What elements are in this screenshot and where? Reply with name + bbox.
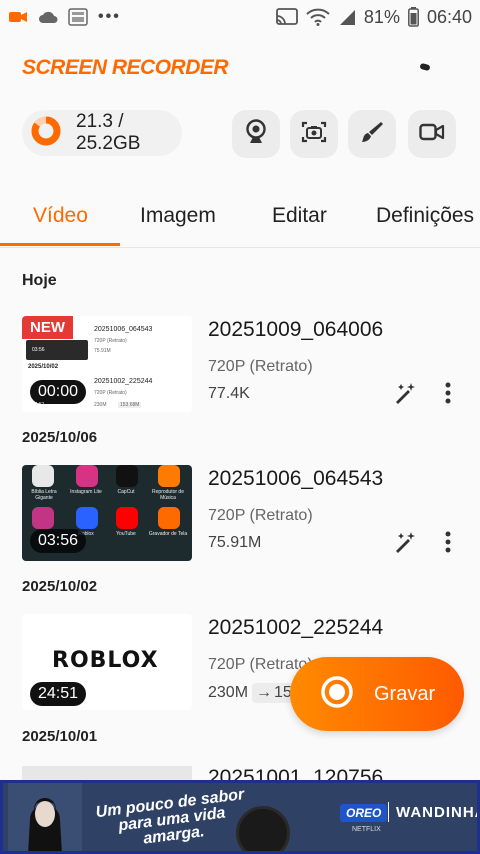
active-tab-indicator <box>0 243 120 246</box>
video-thumbnail[interactable]: Bíblia Letra Gigante Instagram Lite CapC… <box>22 465 192 561</box>
cloud-icon <box>38 10 58 24</box>
mini-item-converted: 153.68M <box>118 402 142 408</box>
more-options-icon[interactable] <box>436 529 460 555</box>
app-icon-youtube <box>116 507 138 529</box>
tab-settings[interactable]: Definições <box>376 204 474 228</box>
duration-badge: 00:00 <box>30 380 87 404</box>
brush-button[interactable] <box>348 110 396 158</box>
date-label: 2025/10/06 <box>22 429 98 446</box>
mini-item-duration: 03:56 <box>32 347 45 353</box>
storage-text: 21.3 / 25.2GB <box>76 111 141 154</box>
video-camera-icon <box>419 122 445 147</box>
video-thumbnail[interactable]: NEW 20251006_064543 720P (Retrato) 75.91… <box>22 316 192 412</box>
arrow-right-icon: → <box>256 684 273 701</box>
brush-icon <box>360 120 384 149</box>
video-list-item[interactable]: Bíblia Letra Gigante Instagram Lite CapC… <box>0 465 480 561</box>
loading-indicator <box>419 62 431 72</box>
webcam-icon <box>244 118 268 150</box>
video-title: 20251001_120756 <box>208 766 384 780</box>
storage-ring-icon <box>30 115 62 152</box>
video-thumbnail[interactable]: ROBLOX 24:51 <box>22 614 192 710</box>
storage-indicator[interactable]: 21.3 / 25.2GB <box>22 110 182 156</box>
tab-video[interactable]: Vídeo <box>33 204 88 228</box>
app-screen: ••• 81% 06:40 SCREEN RECORDER 21.3 / 25.… <box>0 0 480 854</box>
video-list-item[interactable]: NEW 20251006_064543 720P (Retrato) 75.91… <box>0 316 480 412</box>
clock: 06:40 <box>426 6 472 27</box>
record-icon <box>320 675 354 714</box>
recording-notification-icon <box>8 9 28 25</box>
video-title: 20251002_225244 <box>208 616 384 639</box>
tab-image[interactable]: Imagem <box>140 204 216 228</box>
webcam-button[interactable] <box>232 110 280 158</box>
app-icon-roblox <box>76 507 98 529</box>
mini-item-duration: 24:51 <box>32 402 45 408</box>
mini-date: 2025/10/02 <box>28 364 59 370</box>
screenshot-button[interactable] <box>290 110 338 158</box>
status-left-icons: ••• <box>8 8 121 26</box>
video-size: 230M <box>208 684 249 701</box>
duration-badge: 03:56 <box>30 529 87 553</box>
ad-border <box>0 780 480 854</box>
duration-badge: 24:51 <box>30 682 87 706</box>
app-label: Gravador de Tela <box>148 531 188 537</box>
app-label: YouTube <box>116 531 136 537</box>
video-title: 20251006_064543 <box>208 467 384 490</box>
status-right-icons: 81% 06:40 <box>276 7 472 28</box>
app-icon-instagram <box>32 507 54 529</box>
video-size: 75.91M <box>208 534 262 551</box>
magic-wand-icon[interactable] <box>392 380 418 406</box>
signal-icon <box>338 8 356 26</box>
new-badge: NEW <box>22 316 73 339</box>
video-title: 20251009_064006 <box>208 318 384 341</box>
gallery-notification-icon <box>68 8 88 26</box>
video-resolution: 720P (Retrato) <box>208 358 313 375</box>
magic-wand-icon[interactable] <box>392 529 418 555</box>
ad-banner[interactable]: Um pouco de sabor para uma vida amarga. … <box>0 780 480 854</box>
battery-percentage: 81% <box>363 6 400 27</box>
date-label: 2025/10/01 <box>22 728 98 745</box>
app-icon-capcut <box>116 465 138 487</box>
video-size-line: 230M → 15 <box>208 683 296 703</box>
mini-item-size: 230M <box>94 402 107 408</box>
section-today-title: Hoje <box>22 272 57 289</box>
video-resolution: 720P (Retrato) <box>208 507 313 524</box>
more-notifications-icon: ••• <box>98 8 121 25</box>
record-video-button[interactable] <box>408 110 456 158</box>
wifi-icon <box>306 8 330 26</box>
app-icon-music <box>158 465 180 487</box>
app-icon-screen-recorder <box>158 507 180 529</box>
record-label: Gravar <box>374 682 436 705</box>
record-fab-button[interactable]: Gravar <box>290 657 464 731</box>
app-label: Bíblia Letra Gigante <box>31 489 57 501</box>
app-label: Instagram Lite <box>70 489 102 495</box>
more-options-icon[interactable] <box>436 380 460 406</box>
app-icon-instagram-lite <box>76 465 98 487</box>
video-thumbnail[interactable] <box>22 766 192 780</box>
status-bar: ••• 81% 06:40 <box>0 0 480 34</box>
battery-icon <box>408 7 419 27</box>
mini-item-resolution: 720P (Retrato) <box>94 338 127 344</box>
mini-item-title: 20251002_225244 <box>94 378 153 385</box>
cast-icon <box>276 8 298 26</box>
app-icon-bible <box>32 465 54 487</box>
roblox-logo: ROBLOX <box>52 648 159 673</box>
app-label: Reprodutor de Música <box>152 489 184 501</box>
mini-item-size: 75.91M <box>94 348 111 354</box>
video-size: 77.4K <box>208 385 250 402</box>
tab-bar: Vídeo Imagem Editar Definições <box>0 190 480 248</box>
tab-edit[interactable]: Editar <box>272 204 327 228</box>
app-title: SCREEN RECORDER <box>22 56 229 79</box>
mini-item-title: 20251006_064543 <box>94 326 153 333</box>
date-label: 2025/10/02 <box>22 578 98 595</box>
mini-item-resolution: 720P (Retrato) <box>94 390 127 396</box>
screenshot-icon <box>301 120 327 149</box>
app-label: CapCut <box>117 489 135 495</box>
